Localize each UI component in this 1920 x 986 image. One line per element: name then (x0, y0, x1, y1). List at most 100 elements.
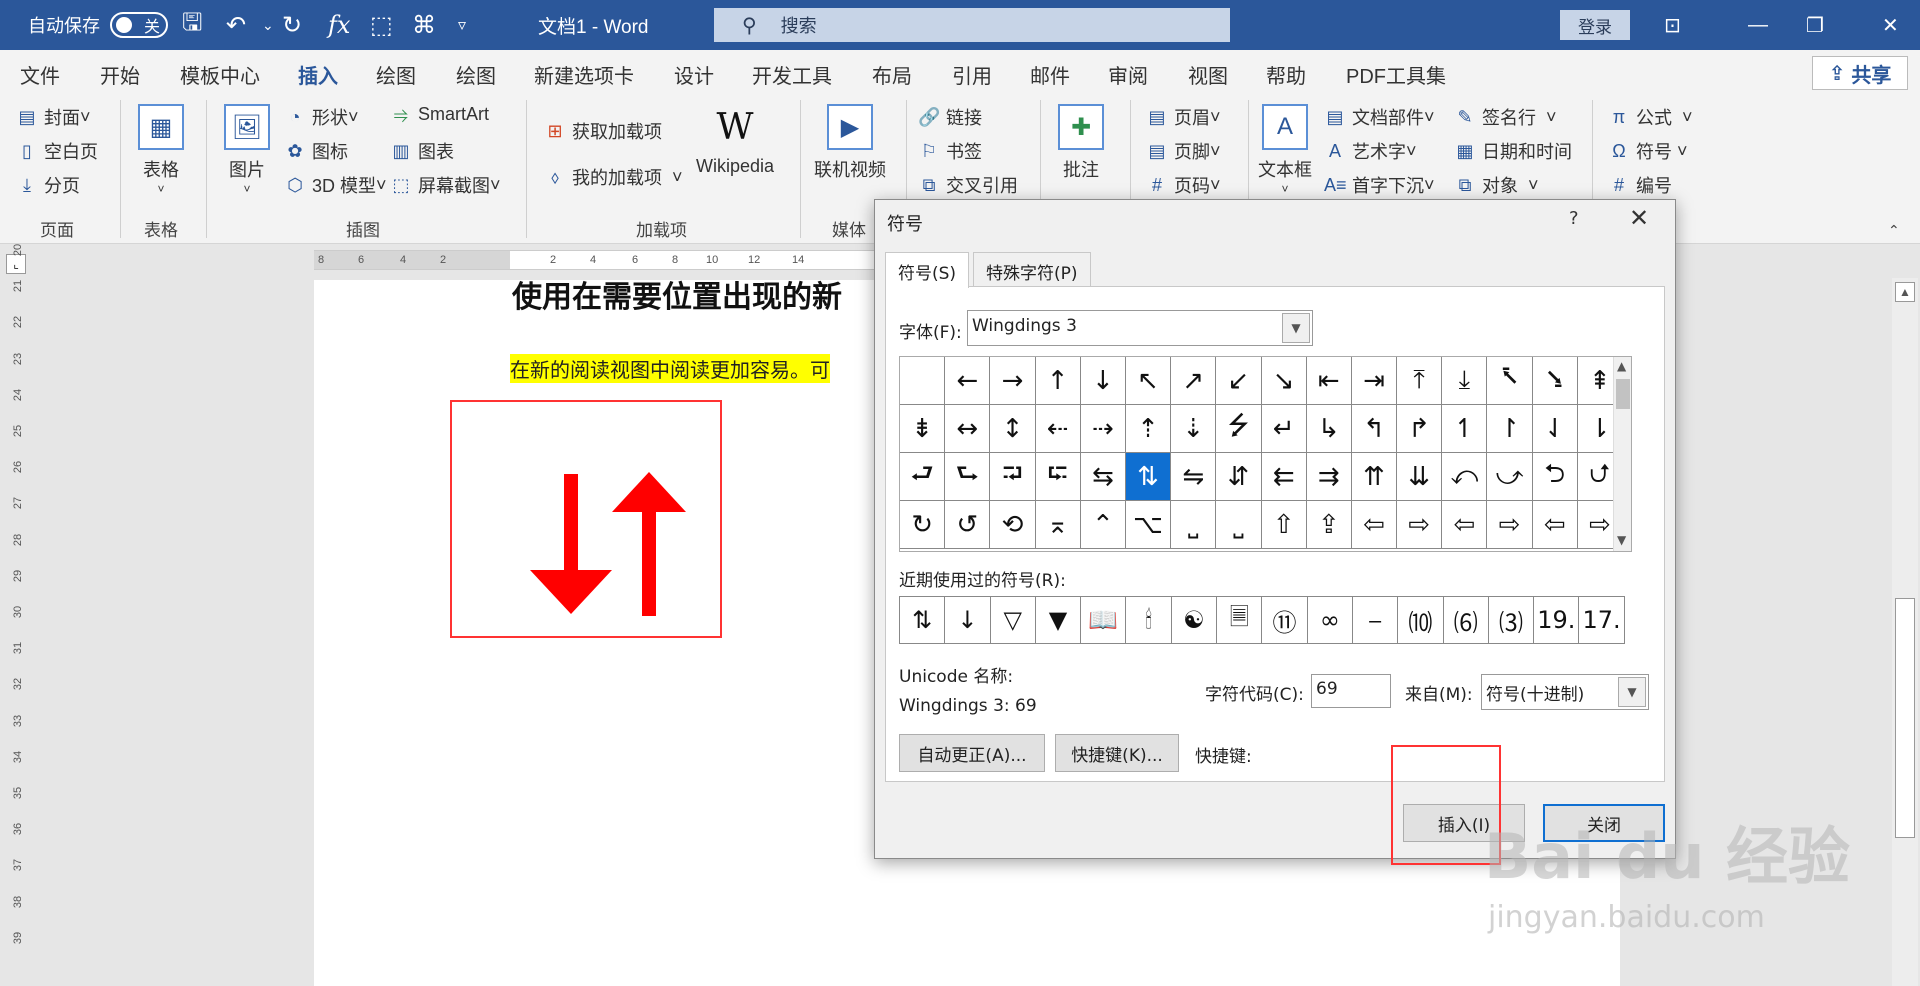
undo-icon[interactable]: ↶ (226, 0, 246, 50)
tab-file[interactable]: 文件 (20, 60, 60, 89)
symbol-cell[interactable]: ⎵ (1171, 501, 1217, 549)
symbol-cell[interactable]: ↙ (1216, 357, 1262, 405)
symbol-cell[interactable]: ↿ (1442, 405, 1488, 453)
symbol-cell[interactable]: ⇣ (1171, 405, 1217, 453)
3d-model-button[interactable]: ⬡ 3D 模型 ˅ (284, 172, 386, 198)
formula-icon[interactable]: fx (328, 0, 350, 50)
symbol-cell[interactable]: ⮐ (900, 453, 946, 501)
symbol-cell[interactable]: ⭶ (1487, 357, 1533, 405)
symbol-cell[interactable]: ↳ (1306, 405, 1352, 453)
chevron-down-icon[interactable]: ▼ (1282, 313, 1310, 343)
scroll-thumb[interactable] (1616, 379, 1630, 409)
tab-home[interactable]: 开始 (100, 60, 140, 89)
quickparts-button[interactable]: ▤ 文档部件 ˅ (1324, 104, 1434, 130)
blank-page-button[interactable]: ▯ 空白页 (16, 138, 98, 164)
help-icon[interactable]: ? (1569, 208, 1579, 229)
customize-qat-icon[interactable]: ▿ (458, 0, 466, 50)
recent-symbol-cell[interactable]: ↓ (945, 597, 991, 643)
symbol-cell[interactable]: → (990, 357, 1036, 405)
recent-symbol-cell[interactable]: 🗏 (1217, 597, 1263, 643)
from-select[interactable]: 符号(十进制) ▼ (1481, 674, 1649, 710)
tab-design[interactable]: 设计 (674, 60, 714, 89)
character-code-input[interactable]: 69 (1311, 674, 1391, 708)
number-button[interactable]: # 编号 (1608, 172, 1672, 198)
symbol-cell[interactable]: ⌅ (1035, 501, 1081, 549)
symbol-cell[interactable]: ⇊ (1397, 453, 1443, 501)
tab-view[interactable]: 视图 (1188, 60, 1228, 89)
tab-pdf[interactable]: PDF工具集 (1346, 60, 1446, 89)
scroll-up-icon[interactable]: ▲ (1617, 359, 1626, 373)
symbol-cell[interactable]: ⇥ (1351, 357, 1398, 405)
symbol-cell[interactable]: ⇵ (1216, 453, 1262, 501)
symbol-cell[interactable]: ↘ (1261, 357, 1307, 405)
symbol-cell[interactable]: ⇢ (1080, 405, 1126, 453)
symbol-cell[interactable]: ⤒ (1397, 357, 1443, 405)
symbol-cell[interactable]: ⇆ (1080, 453, 1126, 501)
tab-help[interactable]: 帮助 (1266, 60, 1306, 89)
header-button[interactable]: ▤ 页眉 ˅ (1146, 104, 1220, 130)
symbol-cell[interactable]: ⮒ (990, 453, 1036, 501)
symbol-cell[interactable]: ⮑ (945, 453, 991, 501)
bookmark-button[interactable]: ⚐ 书签 (918, 138, 982, 164)
comment-button[interactable]: ✚ 批注 (1058, 104, 1104, 182)
restore-icon[interactable]: ❐ (1806, 0, 1824, 50)
object-button[interactable]: ⧉ 对象 ˅ (1454, 172, 1539, 198)
get-addins-button[interactable]: ⊞ 获取加载项 (544, 118, 662, 144)
symbol-cell[interactable]: ⇠ (1035, 405, 1081, 453)
scroll-down-icon[interactable]: ▼ (1617, 533, 1626, 547)
share-button[interactable]: ⇪ 共享 (1812, 56, 1908, 90)
symbol-cell[interactable]: ⮌ (1532, 453, 1578, 501)
undo-dropdown-icon[interactable]: ⌄ (262, 0, 274, 50)
save-icon[interactable]: 🖫 (182, 0, 202, 50)
symbol-cell[interactable]: ⇨ (1487, 501, 1533, 549)
symbol-cell[interactable]: ⟲ (990, 501, 1036, 549)
tab-draw[interactable]: 绘图 (376, 60, 416, 89)
symbol-cell[interactable]: ↱ (1397, 405, 1443, 453)
symbol-cell[interactable]: ⇋ (1171, 453, 1217, 501)
datetime-button[interactable]: ▦ 日期和时间 (1454, 138, 1572, 164)
recent-symbol-cell[interactable]: ⑶ (1488, 597, 1535, 643)
recent-symbol-cell[interactable]: 🕯 (1126, 597, 1172, 643)
symbol-cell[interactable]: ↵ (1261, 405, 1307, 453)
recent-symbol-cell[interactable]: ⇅ (900, 597, 946, 643)
symbol-cell[interactable]: ⭍ (1216, 405, 1262, 453)
collapse-ribbon-icon[interactable]: ⌃ (1888, 222, 1900, 239)
tab-references[interactable]: 引用 (952, 60, 992, 89)
recent-symbol-cell[interactable]: ⑹ (1443, 597, 1489, 643)
page-number-button[interactable]: # 页码 ˅ (1146, 172, 1221, 198)
autocorrect-button[interactable]: 自动更正(A)... (899, 734, 1045, 772)
shortcut-key-button[interactable]: 快捷键(K)... (1055, 734, 1179, 772)
tab-insert[interactable]: 插入 (298, 60, 338, 98)
shapes-button[interactable]: ◔ 形状 ˅ (284, 104, 359, 130)
recent-symbol-cell[interactable]: ⎯ (1352, 597, 1399, 643)
chart-button[interactable]: ▥ 图表 (390, 138, 454, 164)
recent-symbol-cell[interactable]: 17. (1579, 597, 1625, 643)
symbol-cell[interactable] (900, 357, 946, 405)
page-break-button[interactable]: ⤓ 分页 (16, 172, 80, 198)
login-button[interactable]: 登录 (1560, 10, 1630, 40)
cover-button[interactable]: ▤ 封面 ˅ (16, 104, 90, 130)
symbol-cell[interactable]: ⌃ (1080, 501, 1126, 549)
symbol-cell[interactable]: ⤻ (1487, 453, 1533, 501)
font-select[interactable]: Wingdings 3 ▼ (967, 310, 1313, 346)
tab-special-characters[interactable]: 特殊字符(P) (973, 252, 1091, 286)
symbol-cell[interactable]: ⇤ (1306, 357, 1352, 405)
tab-templates[interactable]: 模板中心 (180, 60, 260, 89)
symbol-cell[interactable]: ⇨ (1397, 501, 1443, 549)
hierarchy-icon[interactable]: ⌘ (412, 0, 436, 50)
footer-button[interactable]: ▤ 页脚 ˅ (1146, 138, 1220, 164)
touch-mode-icon[interactable]: ⬚ (370, 0, 393, 50)
equation-button[interactable]: π 公式 ˅ (1608, 104, 1693, 130)
symbol-button[interactable]: Ω 符号 ˅ (1608, 138, 1687, 164)
tab-developer[interactable]: 开发工具 (752, 60, 832, 89)
crossref-button[interactable]: ⧉ 交叉引用 (918, 172, 1018, 198)
symbol-cell[interactable]: ← (945, 357, 991, 405)
symbol-cell[interactable]: ↑ (1035, 357, 1081, 405)
symbol-cell[interactable]: ⤺ (1442, 453, 1488, 501)
recent-symbol-cell[interactable]: 19. (1534, 597, 1580, 643)
recent-symbol-cell[interactable]: ⑪ (1262, 597, 1308, 643)
inserted-symbol-frame[interactable] (450, 400, 722, 638)
dropcap-button[interactable]: A≡ 首字下沉 ˅ (1324, 172, 1435, 198)
tab-draw-2[interactable]: 绘图 (456, 60, 496, 89)
online-video-button[interactable]: ▶ 联机视频 (814, 104, 886, 182)
